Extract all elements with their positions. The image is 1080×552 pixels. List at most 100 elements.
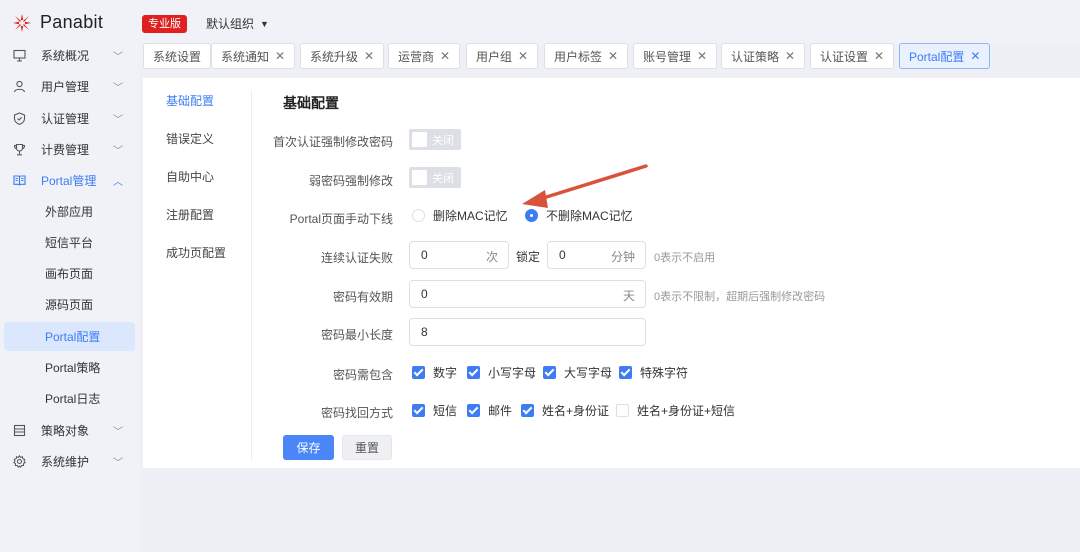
checkbox-box [521,404,534,417]
app-name: Panabit [40,12,104,32]
sidebar-item-label: 系统概况 [41,48,90,63]
subnav-registration-config[interactable]: 注册配置 [166,206,214,223]
radio-circle [412,209,425,222]
checkbox-sms[interactable]: 短信 [412,402,457,419]
close-icon[interactable]: ✕ [608,49,618,63]
tab-carriers[interactable]: 运营商 ✕ [388,43,461,69]
sidebar-subitem-portal-policy[interactable]: Portal策略 [4,353,135,382]
sidebar-subitem-canvas-pages[interactable]: 画布页面 [4,259,135,288]
sidebar-item-billing-management[interactable]: 计费管理 ﹀ [0,135,140,163]
sidebar-item-user-management[interactable]: 用户管理 ﹀ [0,72,140,100]
checkbox-special-chars[interactable]: 特殊字符 [619,364,688,381]
close-icon[interactable]: ✕ [518,49,528,63]
sidebar-subitem-portal-config[interactable]: Portal配置 [4,322,135,351]
checkbox-label: 短信 [433,404,458,418]
edition-badge: 专业版 [142,15,187,33]
panabit-logo-icon [13,13,31,32]
tab-label: 账号管理 [643,49,692,64]
lock-label: 锁定 [516,250,541,264]
pw-validity-input[interactable]: 0 天 [409,280,646,308]
pw-min-length-input[interactable]: 8 [409,318,646,346]
sidebar-subitem-source-pages[interactable]: 源码页面 [4,290,135,319]
checkbox-email[interactable]: 邮件 [467,402,512,419]
close-icon[interactable]: ✕ [275,49,285,63]
radio-delete-mac-memory[interactable]: 删除MAC记忆 [412,207,508,224]
subnav-success-page-config[interactable]: 成功页配置 [166,244,226,261]
sidebar-subitem-portal-logs[interactable]: Portal日志 [4,384,135,413]
tab-user-tags[interactable]: 用户标签 ✕ [544,43,629,69]
tab-label: 认证设置 [820,49,869,64]
tab-system-settings[interactable]: 系统设置 [143,43,212,69]
checkbox-label: 邮件 [488,404,513,418]
radio-keep-mac-memory[interactable]: 不删除MAC记忆 [525,207,633,224]
chevron-down-icon: ﹀ [113,51,123,63]
radio-label: 删除MAC记忆 [433,209,508,223]
close-icon[interactable]: ✕ [440,49,450,63]
radio-label: 不删除MAC记忆 [546,209,633,223]
input-unit: 次 [485,250,498,264]
pw-min-length-label: 密码最小长度 [320,328,393,342]
sidebar-item-label: 认证管理 [41,111,90,126]
save-button[interactable]: 保存 [283,435,334,460]
checkbox-label: 姓名+身份证 [542,404,610,418]
weak-pw-change-label: 弱密码强制修改 [308,174,393,188]
checkbox-label: 大写字母 [564,366,613,380]
tab-auth-policies[interactable]: 认证策略 ✕ [721,43,806,69]
tab-system-notifications[interactable]: 系统通知 ✕ [211,43,296,69]
sidebar-item-label: 策略对象 [41,423,90,438]
input-value: 0 [421,248,428,262]
user-icon [12,79,26,93]
subnav-basic-config[interactable]: 基础配置 [166,92,214,109]
checkbox-name-id-sms[interactable]: 姓名+身份证+短信 [616,402,735,419]
checkbox-box [616,404,629,417]
auth-fail-count-input[interactable]: 0 次 [409,241,509,269]
org-selector[interactable]: 默认组织 ▼ [206,15,269,32]
reset-button[interactable]: 重置 [342,435,392,460]
subnav-divider [251,90,252,460]
sidebar-subitem-external-apps[interactable]: 外部应用 [4,197,135,226]
auth-fail-hint: 0表示不启用 [654,252,716,264]
checkbox-lowercase[interactable]: 小写字母 [467,364,536,381]
checkbox-box [467,366,480,379]
close-icon[interactable]: ✕ [697,49,707,63]
close-icon[interactable]: ✕ [364,49,374,63]
pw-validity-hint: 0表示不限制，超期后强制修改密码 [654,291,826,303]
tab-label: Portal配置 [909,49,965,64]
chevron-down-icon: ﹀ [113,457,123,469]
sidebar-item-label: 用户管理 [41,79,90,94]
checkbox-digits[interactable]: 数字 [412,364,457,381]
close-icon[interactable]: ✕ [874,49,884,63]
checkbox-label: 小写字母 [488,366,537,380]
sidebar-subitem-sms-platform[interactable]: 短信平台 [4,228,135,257]
weak-pw-change-switch[interactable]: 关闭 [409,167,461,188]
sidebar-item-system-overview[interactable]: 系统概况 ﹀ [0,41,140,69]
subnav-self-service-center[interactable]: 自助中心 [166,168,214,185]
tab-portal-config[interactable]: Portal配置 ✕ [899,43,991,69]
lock-duration-input[interactable]: 0 分钟 [547,241,646,269]
tab-account-management[interactable]: 账号管理 ✕ [633,43,718,69]
close-icon[interactable]: ✕ [785,49,795,63]
switch-state-label: 关闭 [432,135,454,147]
sidebar-item-system-maintenance[interactable]: 系统维护 ﹀ [0,447,140,475]
caret-down-icon: ▼ [260,18,269,29]
tab-auth-settings[interactable]: 认证设置 ✕ [810,43,895,69]
subnav-error-definitions[interactable]: 错误定义 [166,130,214,147]
tab-system-upgrade[interactable]: 系统升级 ✕ [300,43,385,69]
checkbox-box [412,366,425,379]
sidebar-item-policy-objects[interactable]: 策略对象 ﹀ [0,416,140,444]
tab-label: 认证策略 [731,49,780,64]
sidebar-item-label: 计费管理 [41,142,90,157]
checkbox-uppercase[interactable]: 大写字母 [543,364,612,381]
list-icon [12,423,26,437]
checkbox-name-id[interactable]: 姓名+身份证 [521,402,609,419]
logo[interactable]: Panabit [12,12,103,33]
sidebar-item-portal-management[interactable]: Portal管理 ︿ [0,166,140,194]
input-unit: 分钟 [610,250,635,264]
close-icon[interactable]: ✕ [970,49,980,63]
first-auth-pw-change-switch[interactable]: 关闭 [409,129,461,150]
sidebar-item-auth-management[interactable]: 认证管理 ﹀ [0,104,140,132]
pw-contains-label: 密码需包含 [332,368,393,382]
tab-user-groups[interactable]: 用户组 ✕ [466,43,539,69]
radio-circle [525,209,538,222]
portal-logout-label: Portal页面手动下线 [289,212,393,226]
